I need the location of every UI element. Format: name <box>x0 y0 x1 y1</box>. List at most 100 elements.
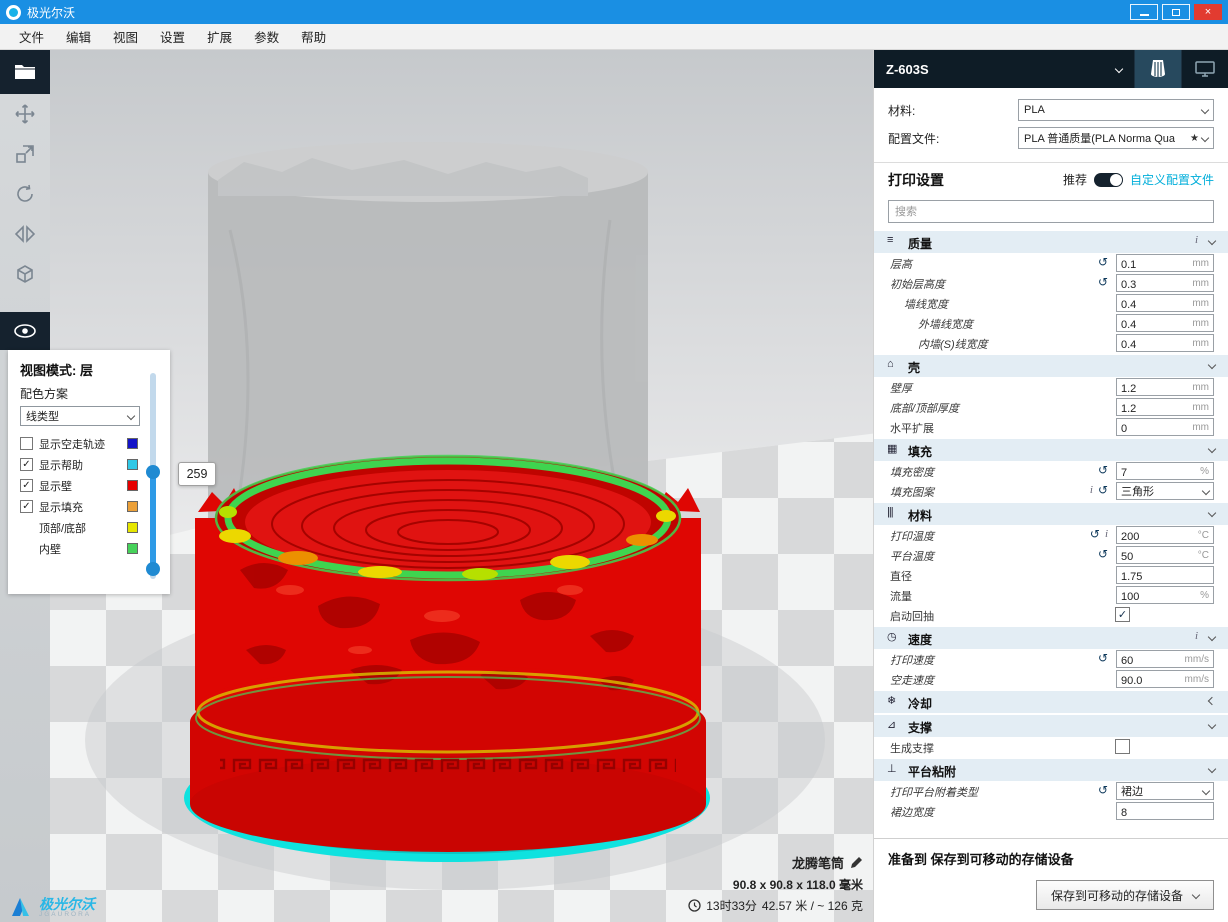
value-input[interactable] <box>1117 297 1185 313</box>
save-to-removable-button[interactable]: 保存到可移动的存储设备 <box>1036 880 1214 910</box>
revert-icon[interactable]: ↺ <box>1098 651 1108 665</box>
section-header-quality[interactable]: ≡ 质量 i <box>874 231 1228 253</box>
checkbox[interactable]: ✓ <box>20 479 33 492</box>
initial-layer-height-input[interactable]: mm <box>1116 274 1214 292</box>
flow-input[interactable]: % <box>1116 586 1214 604</box>
value-input[interactable] <box>1117 673 1185 689</box>
section-header-shell[interactable]: ⌂ 壳 <box>874 355 1228 377</box>
wall-thickness-input[interactable]: mm <box>1116 378 1214 396</box>
menu-view[interactable]: 视图 <box>102 23 149 50</box>
menu-parameters[interactable]: 参数 <box>243 23 290 50</box>
print-temperature-input[interactable]: °C <box>1116 526 1214 544</box>
menu-extensions[interactable]: 扩展 <box>196 23 243 50</box>
value-input[interactable] <box>1117 401 1185 417</box>
slider-handle-bottom[interactable] <box>146 562 160 576</box>
material-select[interactable]: PLA <box>1018 99 1214 121</box>
diameter-input[interactable] <box>1116 566 1214 584</box>
menu-help[interactable]: 帮助 <box>290 23 337 50</box>
travel-speed-input[interactable]: mm/s <box>1116 670 1214 688</box>
value-input[interactable] <box>1117 589 1185 605</box>
outer-wall-line-width-input[interactable]: mm <box>1116 314 1214 332</box>
revert-icon[interactable]: ↺ <box>1098 547 1108 561</box>
setting-row-diameter: 直径 <box>874 565 1228 585</box>
retraction-checkbox[interactable]: ✓ <box>1115 607 1130 622</box>
revert-icon[interactable]: ↺ <box>1090 527 1100 541</box>
menu-settings[interactable]: 设置 <box>149 23 196 50</box>
section-header-adhesion[interactable]: ⊥ 平台粘附 <box>874 759 1228 781</box>
open-file-button[interactable] <box>0 50 50 94</box>
tab-prepare[interactable] <box>1134 50 1181 88</box>
model-dimensions: 90.8 x 90.8 x 118.0 毫米 <box>688 876 863 893</box>
value-input[interactable] <box>1117 277 1185 293</box>
model-preview[interactable] <box>50 50 873 922</box>
checkbox[interactable]: ✓ <box>20 458 33 471</box>
layer-slider[interactable] <box>146 373 160 579</box>
infill-pattern-select[interactable]: 三角形 <box>1116 482 1214 500</box>
rename-pencil-icon[interactable] <box>850 856 863 869</box>
adhesion-type-select[interactable]: 裙边 <box>1116 782 1214 800</box>
revert-icon[interactable]: ↺ <box>1098 255 1108 269</box>
value-input[interactable] <box>1117 805 1185 821</box>
rotate-tool-button[interactable] <box>0 174 50 214</box>
skirt-width-input[interactable] <box>1116 802 1214 820</box>
profile-select[interactable]: PLA 普通质量(PLA Norma Qua ★ <box>1018 127 1214 149</box>
setting-row-infill-pattern: 填充图案 i ↺ 三角形 <box>874 481 1228 501</box>
mirror-tool-button[interactable] <box>0 214 50 254</box>
setting-row-top-bottom-thickness: 底部/顶部厚度 mm <box>874 397 1228 417</box>
minimize-button[interactable] <box>1130 4 1158 20</box>
per-model-settings-button[interactable] <box>0 254 50 294</box>
infill-density-input[interactable]: % <box>1116 462 1214 480</box>
info-icon[interactable]: i <box>1195 234 1198 246</box>
value-input[interactable] <box>1117 529 1185 545</box>
horizontal-expansion-input[interactable]: mm <box>1116 418 1214 436</box>
maximize-button[interactable] <box>1162 4 1190 20</box>
slider-handle-top[interactable] <box>146 465 160 479</box>
menu-edit[interactable]: 编辑 <box>55 23 102 50</box>
cooling-icon: ❄ <box>887 694 903 707</box>
menu-file[interactable]: 文件 <box>8 23 55 50</box>
view-mode-button[interactable] <box>0 312 50 350</box>
info-icon[interactable]: i <box>1090 484 1093 496</box>
recommended-custom-toggle[interactable] <box>1094 173 1123 187</box>
info-icon[interactable]: i <box>1195 630 1198 642</box>
setting-row-bed-temperature: 平台温度 ↺ °C <box>874 545 1228 565</box>
top-bottom-thickness-input[interactable]: mm <box>1116 398 1214 416</box>
section-header-speed[interactable]: ◷ 速度 i <box>874 627 1228 649</box>
value-input[interactable] <box>1117 257 1185 273</box>
section-header-support[interactable]: ⊿ 支撑 <box>874 715 1228 737</box>
scale-tool-button[interactable] <box>0 134 50 174</box>
revert-icon[interactable]: ↺ <box>1098 275 1108 289</box>
section-header-cooling[interactable]: ❄ 冷却 <box>874 691 1228 713</box>
move-tool-button[interactable] <box>0 94 50 134</box>
close-button[interactable]: × <box>1194 4 1222 20</box>
custom-profile-link[interactable]: 自定义配置文件 <box>1130 171 1214 188</box>
info-icon[interactable]: i <box>1105 528 1108 540</box>
layer-height-input[interactable]: mm <box>1116 254 1214 272</box>
bed-temperature-input[interactable]: °C <box>1116 546 1214 564</box>
section-header-material[interactable]: ||| 材料 <box>874 503 1228 525</box>
printer-selector[interactable]: Z-603S <box>874 50 1134 88</box>
tab-monitor[interactable] <box>1181 50 1228 88</box>
setting-row-flow: 流量 % <box>874 585 1228 605</box>
revert-icon[interactable]: ↺ <box>1098 783 1108 797</box>
value-input[interactable] <box>1117 317 1185 333</box>
checkbox[interactable]: ✓ <box>20 500 33 513</box>
generate-support-checkbox[interactable] <box>1115 739 1130 754</box>
viewport-3d[interactable]: 龙腾笔筒 90.8 x 90.8 x 118.0 毫米 13时33分 42.57… <box>50 50 873 922</box>
revert-icon[interactable]: ↺ <box>1098 483 1108 497</box>
value-input[interactable] <box>1117 549 1185 565</box>
print-speed-input[interactable]: mm/s <box>1116 650 1214 668</box>
checkbox[interactable] <box>20 437 33 450</box>
section-header-infill[interactable]: ▦ 填充 <box>874 439 1228 461</box>
value-input[interactable] <box>1117 653 1185 669</box>
settings-search-input[interactable] <box>888 200 1214 223</box>
line-width-input[interactable]: mm <box>1116 294 1214 312</box>
value-input[interactable] <box>1117 569 1185 585</box>
inner-wall-line-width-input[interactable]: mm <box>1116 334 1214 352</box>
color-scheme-select[interactable]: 线类型 <box>20 406 140 426</box>
value-input[interactable] <box>1117 465 1185 481</box>
value-input[interactable] <box>1117 337 1185 353</box>
value-input[interactable] <box>1117 421 1185 437</box>
value-input[interactable] <box>1117 381 1185 397</box>
revert-icon[interactable]: ↺ <box>1098 463 1108 477</box>
